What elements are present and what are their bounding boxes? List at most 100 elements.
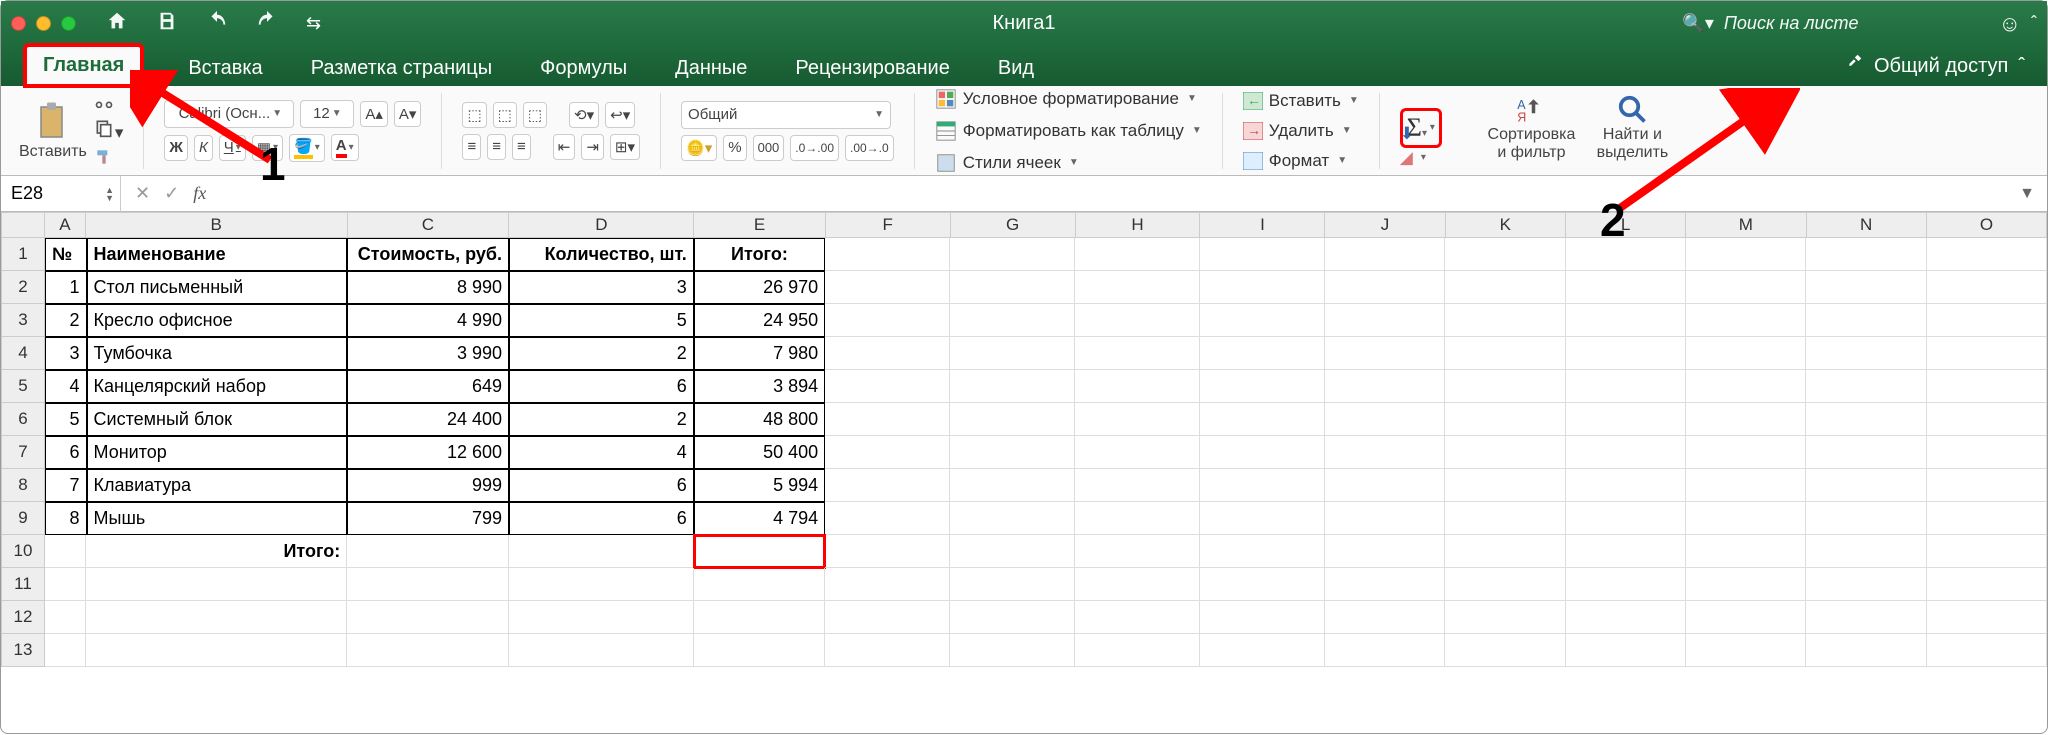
- column-header-H[interactable]: H: [1076, 212, 1201, 238]
- cell-K11[interactable]: [1445, 568, 1565, 601]
- cell-B6[interactable]: Системный блок: [87, 403, 348, 436]
- cell-D5[interactable]: 6: [509, 370, 694, 403]
- cell-L11[interactable]: [1566, 568, 1686, 601]
- cell-E5[interactable]: 3 894: [694, 370, 825, 403]
- ribbon-options-icon[interactable]: ˆ: [2031, 13, 2037, 34]
- cell-G2[interactable]: [950, 271, 1075, 304]
- cell-H3[interactable]: [1075, 304, 1200, 337]
- column-header-A[interactable]: A: [45, 212, 86, 238]
- align-left-button[interactable]: ≡: [462, 134, 481, 160]
- cell-G10[interactable]: [950, 535, 1075, 568]
- cell-C9[interactable]: 799: [347, 502, 509, 535]
- cell-G6[interactable]: [950, 403, 1075, 436]
- cell-M7[interactable]: [1686, 436, 1806, 469]
- cell-E8[interactable]: 5 994: [694, 469, 825, 502]
- cell-L1[interactable]: [1566, 238, 1686, 271]
- cell-H7[interactable]: [1075, 436, 1200, 469]
- column-header-N[interactable]: N: [1807, 212, 1927, 238]
- cell-I7[interactable]: [1200, 436, 1325, 469]
- cell-A8[interactable]: 7: [45, 469, 87, 502]
- conditional-formatting-button[interactable]: Условное форматирование▼: [935, 88, 1202, 110]
- cell-N9[interactable]: [1806, 502, 1926, 535]
- cell-E10[interactable]: [694, 535, 825, 568]
- cell-K4[interactable]: [1445, 337, 1565, 370]
- cell-A9[interactable]: 8: [45, 502, 87, 535]
- cell-L12[interactable]: [1566, 601, 1686, 634]
- cell-D8[interactable]: 6: [509, 469, 694, 502]
- close-window-button[interactable]: [11, 16, 26, 31]
- cell-M10[interactable]: [1686, 535, 1806, 568]
- format-as-table-button[interactable]: Форматировать как таблицу▼: [935, 120, 1202, 142]
- cell-I11[interactable]: [1200, 568, 1325, 601]
- row-header-13[interactable]: 13: [1, 634, 45, 667]
- row-header-5[interactable]: 5: [1, 370, 45, 403]
- redo-icon[interactable]: [256, 10, 278, 37]
- cell-B2[interactable]: Стол письменный: [87, 271, 348, 304]
- cell-D4[interactable]: 2: [509, 337, 694, 370]
- cell-B9[interactable]: Мышь: [87, 502, 348, 535]
- cell-K12[interactable]: [1445, 601, 1565, 634]
- orientation-button[interactable]: ⟲▾: [569, 102, 599, 128]
- cell-M4[interactable]: [1686, 337, 1806, 370]
- collapse-ribbon-icon[interactable]: ˆ: [2018, 55, 2025, 78]
- cell-M3[interactable]: [1686, 304, 1806, 337]
- column-header-D[interactable]: D: [509, 212, 694, 238]
- increase-indent-button[interactable]: ⇥: [581, 134, 604, 160]
- cell-B5[interactable]: Канцелярский набор: [87, 370, 348, 403]
- align-bottom-button[interactable]: ⬚: [523, 102, 547, 128]
- cell-O13[interactable]: [1927, 634, 2047, 667]
- cell-J10[interactable]: [1325, 535, 1445, 568]
- cell-N12[interactable]: [1806, 601, 1926, 634]
- cell-K7[interactable]: [1445, 436, 1565, 469]
- cell-B4[interactable]: Тумбочка: [87, 337, 348, 370]
- comma-button[interactable]: 000: [753, 135, 785, 161]
- cell-E3[interactable]: 24 950: [694, 304, 825, 337]
- cell-F2[interactable]: [825, 271, 950, 304]
- tab-insert[interactable]: Вставка: [184, 51, 266, 86]
- cell-N3[interactable]: [1806, 304, 1926, 337]
- cell-I8[interactable]: [1200, 469, 1325, 502]
- cell-H2[interactable]: [1075, 271, 1200, 304]
- font-name-select[interactable]: Calibri (Осн...▼: [164, 100, 294, 128]
- cell-O5[interactable]: [1927, 370, 2047, 403]
- cell-J7[interactable]: [1325, 436, 1445, 469]
- cell-D3[interactable]: 5: [509, 304, 694, 337]
- cell-I9[interactable]: [1200, 502, 1325, 535]
- cell-J2[interactable]: [1325, 271, 1445, 304]
- cell-J8[interactable]: [1325, 469, 1445, 502]
- cell-B10[interactable]: Итого:: [86, 535, 347, 568]
- cell-styles-button[interactable]: Стили ячеек▼: [935, 152, 1202, 174]
- cell-O3[interactable]: [1927, 304, 2047, 337]
- cell-J9[interactable]: [1325, 502, 1445, 535]
- cell-J13[interactable]: [1325, 634, 1445, 667]
- cell-A4[interactable]: 3: [45, 337, 87, 370]
- enter-formula-icon[interactable]: ✓: [164, 183, 179, 204]
- tab-page-layout[interactable]: Разметка страницы: [307, 51, 496, 86]
- cell-E7[interactable]: 50 400: [694, 436, 825, 469]
- cell-F3[interactable]: [825, 304, 950, 337]
- cell-B11[interactable]: [86, 568, 347, 601]
- align-top-button[interactable]: ⬚: [462, 102, 486, 128]
- cell-I13[interactable]: [1200, 634, 1325, 667]
- share-button[interactable]: Общий доступ: [1874, 55, 2008, 78]
- cell-G8[interactable]: [950, 469, 1075, 502]
- cell-C3[interactable]: 4 990: [347, 304, 509, 337]
- cell-O10[interactable]: [1927, 535, 2047, 568]
- zoom-window-button[interactable]: [61, 16, 76, 31]
- cell-A11[interactable]: [45, 568, 86, 601]
- row-header-9[interactable]: 9: [1, 502, 45, 535]
- expand-formula-bar-icon[interactable]: ▼: [2019, 185, 2047, 203]
- tab-data[interactable]: Данные: [671, 51, 751, 86]
- cell-N11[interactable]: [1806, 568, 1926, 601]
- cell-H5[interactable]: [1075, 370, 1200, 403]
- cell-O8[interactable]: [1927, 469, 2047, 502]
- cell-J3[interactable]: [1325, 304, 1445, 337]
- align-middle-button[interactable]: ⬚: [493, 102, 517, 128]
- cell-L10[interactable]: [1566, 535, 1686, 568]
- cell-C4[interactable]: 3 990: [347, 337, 509, 370]
- search-placeholder[interactable]: Поиск на листе: [1724, 13, 1859, 34]
- tab-view[interactable]: Вид: [994, 51, 1038, 86]
- smiley-icon[interactable]: ☺: [1999, 11, 2021, 37]
- paste-button[interactable]: Вставить: [19, 101, 87, 161]
- cell-B7[interactable]: Монитор: [87, 436, 348, 469]
